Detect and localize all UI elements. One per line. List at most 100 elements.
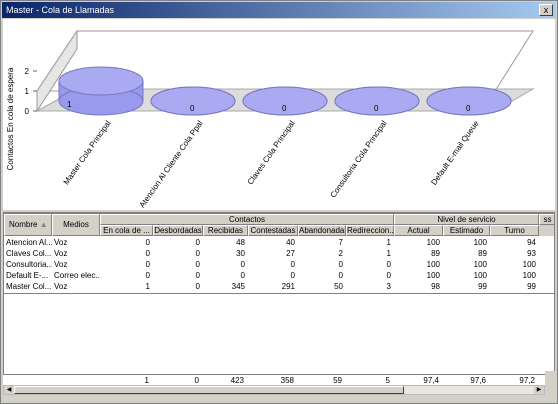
cell-value: 89 [478, 249, 487, 258]
cell-value: 0 [145, 238, 150, 247]
cell-value: 99 [527, 282, 536, 291]
cell-value: 1 [386, 249, 391, 258]
cell-value: 100 [522, 271, 536, 280]
bar-value-label: 0 [190, 104, 195, 113]
cell-medios: Voz [54, 238, 68, 247]
cell-value: 0 [195, 238, 200, 247]
cell-value: 0 [195, 282, 200, 291]
cell-value: 0 [145, 271, 150, 280]
bar-top [58, 66, 144, 96]
category-label: Atencion Al Cliente Cola Ppal [138, 119, 205, 209]
cell-value: 0 [145, 260, 150, 269]
horizontal-scrollbar[interactable]: ◀ ▶ [3, 385, 545, 395]
cell-nombre: Claves Col... [6, 249, 52, 258]
cell-value: 0 [290, 271, 295, 280]
sort-asc-icon: ▲ [39, 220, 48, 229]
cell-value: 1 [145, 282, 150, 291]
table-row[interactable]: Claves Col... Voz 0 0 30 27 2 1 89 89 93 [4, 248, 554, 259]
table-row[interactable]: Consultoria... Voz 0 0 0 0 0 0 100 100 100 [4, 259, 554, 270]
chart-svg: 0 1 2 Contactos En cola de espera 1 Master Co… [6, 29, 535, 209]
scroll-left-icon[interactable]: ◀ [4, 386, 14, 394]
cell-value: 0 [338, 271, 343, 280]
cell-value: 100 [426, 260, 440, 269]
group-header-servicio: Nivel de servicio [394, 214, 539, 225]
cell-medios: Voz [54, 260, 68, 269]
column-header-nombre[interactable]: Nombre ▲ [4, 214, 52, 236]
rows-divider [4, 293, 554, 294]
cell-value: 100 [473, 260, 487, 269]
bar-value-label: 0 [466, 104, 471, 113]
cell-value: 100 [473, 238, 487, 247]
cell-value: 0 [386, 271, 391, 280]
cell-value: 0 [195, 260, 200, 269]
cell-medios: Voz [54, 249, 68, 258]
cell-nombre: Master Col... [6, 282, 52, 291]
category-label: Default E-mail Queue [429, 119, 481, 187]
category-label: Master Cola Principal [62, 119, 113, 187]
bar-value-label: 1 [67, 100, 72, 109]
y-tick-label: 0 [25, 107, 30, 116]
window-title: Master - Cola de Llamadas [6, 5, 115, 15]
cell-value: 0 [240, 271, 245, 280]
category-label: Claves Cola Principal [246, 119, 297, 187]
queue-grid: Nombre ▲ Medios Contactos Nivel de servi… [3, 213, 555, 395]
cell-value: 0 [240, 260, 245, 269]
scroll-thumb[interactable] [14, 386, 404, 394]
group-header-extra: ss [539, 214, 554, 225]
scroll-right-icon[interactable]: ▶ [534, 386, 544, 394]
totals-row: 1 0 423 358 59 5 97,4 97,6 97,2 [3, 374, 555, 385]
cell-value: 100 [426, 271, 440, 280]
close-icon[interactable]: x [539, 4, 553, 16]
cell-value: 100 [473, 271, 487, 280]
table-row[interactable]: Atencion Al... Voz 0 0 48 40 7 1 100 100 94 [4, 237, 554, 248]
column-header[interactable]: En cola de ... [100, 225, 153, 236]
column-header[interactable]: Contestadas [248, 225, 298, 236]
bar-value-label: 0 [374, 104, 379, 113]
cell-value: 0 [195, 271, 200, 280]
column-header[interactable]: Estimado [443, 225, 490, 236]
cell-value: 2 [338, 249, 343, 258]
column-header[interactable]: Recibidas [203, 225, 248, 236]
column-header[interactable]: Desbordadas [153, 225, 203, 236]
category-label: Consultoria Cola Principal [328, 119, 388, 200]
title-bar: Master - Cola de Llamadas x [2, 2, 556, 18]
cell-medios: Voz [54, 282, 68, 291]
cell-value: 1 [386, 238, 391, 247]
cell-value: 93 [527, 249, 536, 258]
cell-value: 50 [334, 282, 343, 291]
cell-value: 7 [338, 238, 343, 247]
table-row[interactable]: Master Col... Voz 1 0 345 291 50 3 98 99 99 [4, 281, 554, 292]
column-label-nombre: Nombre [9, 220, 38, 229]
column-header[interactable]: Redireccion... [346, 225, 394, 236]
y-tick-label: 1 [25, 87, 30, 96]
cell-value: 30 [236, 249, 245, 258]
cell-value: 0 [338, 260, 343, 269]
cell-value: 27 [286, 249, 295, 258]
column-header-medios[interactable]: Medios [52, 214, 100, 236]
cell-value: 0 [290, 260, 295, 269]
queue-chart: 0 1 2 Contactos En cola de espera 1 Master Co… [3, 19, 555, 209]
cell-value: 98 [431, 282, 440, 291]
cell-value: 0 [145, 249, 150, 258]
group-header-contactos: Contactos [100, 214, 394, 225]
cell-value: 345 [231, 282, 245, 291]
table-row[interactable]: Default E-... Correo elec... 0 0 0 0 0 0 100 100 1… [4, 270, 554, 281]
cell-nombre: Consultoria... [6, 260, 52, 269]
cell-value: 99 [478, 282, 487, 291]
cell-value: 3 [386, 282, 391, 291]
y-axis-label: Contactos En cola de espera [6, 67, 15, 170]
cell-nombre: Atencion Al... [6, 238, 52, 247]
grid-header: Nombre ▲ Medios Contactos Nivel de servi… [4, 214, 554, 236]
column-header[interactable]: Turno [490, 225, 539, 236]
cell-value: 0 [386, 260, 391, 269]
queue-window: Master - Cola de Llamadas x 0 1 2 Contactos… [0, 0, 558, 404]
cell-value: 291 [281, 282, 295, 291]
column-header[interactable]: Abandonadas [298, 225, 346, 236]
column-header[interactable]: Actual [394, 225, 443, 236]
bar-value-label: 0 [282, 104, 287, 113]
vertical-scrollbar[interactable] [545, 371, 555, 395]
cell-value: 48 [236, 238, 245, 247]
cell-value: 94 [527, 238, 536, 247]
cell-value: 100 [426, 238, 440, 247]
cell-medios: Correo elec... [54, 271, 100, 280]
